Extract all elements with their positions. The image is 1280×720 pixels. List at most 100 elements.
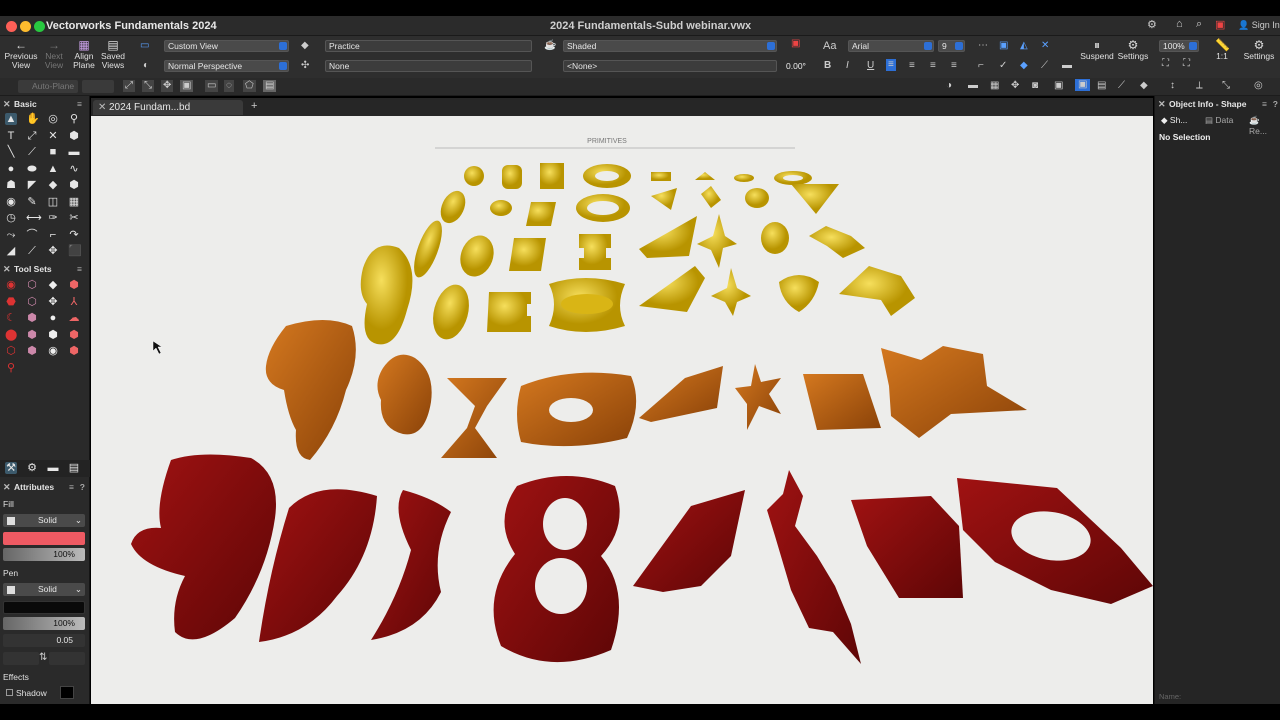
furnishing-set-icon[interactable]: ◆ xyxy=(47,279,59,291)
rounded-rect-tool-icon[interactable]: ▬ xyxy=(68,146,80,158)
palette-switch-icon-1[interactable]: ⚒ xyxy=(5,462,17,474)
fill-color-swatch[interactable] xyxy=(3,532,85,545)
3d-locus-tool-icon[interactable]: ⬢ xyxy=(68,130,80,142)
snap-grid-icon[interactable]: ⋯ xyxy=(978,40,988,52)
chamfer-tool-icon[interactable]: ⌐ xyxy=(47,229,59,241)
class-dropdown[interactable]: Practice xyxy=(325,40,532,52)
display-icon-2[interactable]: ▦ xyxy=(990,80,999,92)
help-icon[interactable]: ? xyxy=(80,481,85,494)
help-icon[interactable]: ? xyxy=(1273,98,1278,111)
font-size-dropdown[interactable]: 9 xyxy=(938,40,965,52)
landscape-set-icon[interactable]: ⬡ xyxy=(26,296,38,308)
palette-switch-icon-3[interactable]: ▬ xyxy=(47,462,59,474)
wall-tool-icon[interactable]: ⟋ xyxy=(26,146,38,158)
smart-points-icon[interactable]: ◆ xyxy=(1020,60,1028,72)
document-tab[interactable]: ✕ 2024 Fundam...bd webinar.vwx xyxy=(93,100,243,128)
render-contrast-icon[interactable]: ◑ xyxy=(946,80,952,92)
zoom-dropdown[interactable]: 100% xyxy=(1159,40,1199,52)
line-tool-icon[interactable]: ╲ xyxy=(5,146,17,158)
display-icon-12[interactable]: ◎ xyxy=(1254,80,1263,92)
menu-icon[interactable]: ≡ xyxy=(77,263,82,276)
gear-icon[interactable]: ⚙ xyxy=(1147,18,1157,31)
dims-notes-set-icon[interactable]: ◉ xyxy=(5,279,17,291)
snap-tangent-icon[interactable]: ✓ xyxy=(999,60,1007,72)
freehand-tool-icon[interactable]: ∿ xyxy=(68,163,80,175)
line-end-select[interactable] xyxy=(49,652,85,665)
close-icon[interactable]: ✕ xyxy=(3,263,11,276)
shadow-checkbox[interactable] xyxy=(6,689,13,696)
align-left-button[interactable]: ≡ xyxy=(886,59,896,71)
tab-render[interactable]: ☕ Re... xyxy=(1249,115,1279,136)
snap-angle-icon[interactable]: ◭ xyxy=(1020,40,1028,52)
move-tool-icon[interactable]: ✥ xyxy=(47,245,59,257)
display-icon-8[interactable]: ◆ xyxy=(1140,80,1148,92)
pen-weight-field[interactable]: 0.05 xyxy=(3,634,85,647)
justify-button[interactable]: ≡ xyxy=(951,60,957,72)
mirror-tool-icon[interactable]: ⟷ xyxy=(26,212,42,224)
align-plane-button[interactable]: ▦ Align Plane xyxy=(70,39,98,70)
dimension-tool-icon[interactable]: ◢ xyxy=(5,245,17,257)
rotate-tool-icon[interactable]: ◷ xyxy=(5,212,17,224)
pen-color-swatch[interactable] xyxy=(3,601,85,614)
align-right-button[interactable]: ≡ xyxy=(930,60,936,72)
mode-icon-2[interactable]: ⤡ xyxy=(142,80,154,92)
drawing-canvas[interactable]: PRIMITIVES xyxy=(91,116,1153,704)
tab-shape[interactable]: ◆ Sh... xyxy=(1161,115,1187,126)
bold-button[interactable]: B xyxy=(824,60,831,72)
menu-icon[interactable]: ≡ xyxy=(77,98,82,111)
menu-icon[interactable]: ≡ xyxy=(69,481,74,494)
circle-tool-icon[interactable]: ● xyxy=(5,163,17,175)
attribute-mapping-tool-icon[interactable]: ◫ xyxy=(47,196,59,208)
space-planning-set-icon[interactable]: ● xyxy=(47,312,59,324)
mode-icon-1[interactable]: ⤢ xyxy=(123,80,135,92)
flyover-tool-icon[interactable]: ◎ xyxy=(47,113,59,125)
trim-tool-icon[interactable]: ✂ xyxy=(68,212,80,224)
home-icon[interactable]: ⌂ xyxy=(1176,18,1183,30)
structure-set-icon[interactable]: ⬢ xyxy=(47,329,59,341)
3d-modeling-set-icon[interactable]: ⬢ xyxy=(26,312,38,324)
display-icon-1[interactable]: ▬ xyxy=(968,80,978,92)
previous-view-button[interactable]: ← Previous View xyxy=(4,39,38,70)
text-tool-icon[interactable]: T xyxy=(5,130,17,142)
snap-object-icon[interactable]: ▣ xyxy=(999,40,1008,52)
display-icon-11[interactable]: ⤡ xyxy=(1222,80,1230,92)
close-icon[interactable]: ✕ xyxy=(1158,98,1166,111)
oval-tool-icon[interactable]: ⬬ xyxy=(26,163,38,175)
layer-dropdown[interactable]: None xyxy=(325,60,532,72)
mode-icon-3[interactable]: ✥ xyxy=(161,80,174,92)
visualization-set-icon[interactable]: ☾ xyxy=(5,312,17,324)
offset-tool-icon[interactable]: ↷ xyxy=(68,229,80,241)
snap-intersection-icon[interactable]: ✕ xyxy=(1041,40,1049,52)
auto-plane-button[interactable]: Auto-Plane xyxy=(18,80,78,93)
eyedropper-tool-icon[interactable]: ✎ xyxy=(26,196,38,208)
maximize-window-button[interactable] xyxy=(34,21,45,32)
close-window-button[interactable] xyxy=(6,21,17,32)
next-view-button[interactable]: → Next View xyxy=(40,39,68,70)
lasso-icon[interactable]: ◌ xyxy=(224,80,234,92)
mep-set-icon[interactable]: ⬤ xyxy=(5,329,17,341)
snap-distance-icon[interactable]: ⌐ xyxy=(978,60,984,72)
search-icon[interactable]: ⌕ xyxy=(1196,18,1202,31)
underline-button[interactable]: U xyxy=(867,60,874,72)
clip-tool-icon[interactable]: ▦ xyxy=(68,196,80,208)
stair-set-icon[interactable]: ⬢ xyxy=(68,345,80,357)
rendering-set-icon[interactable]: ⬢ xyxy=(26,329,38,341)
doors-set-icon[interactable]: ⬢ xyxy=(26,345,38,357)
pen-style-select[interactable]: Solid ⌄ xyxy=(3,583,85,596)
selection-tool-icon[interactable]: ▲ xyxy=(5,113,17,125)
add-tab-button[interactable]: + xyxy=(251,100,257,112)
close-icon[interactable]: ✕ xyxy=(3,481,11,494)
polyline-tool-icon[interactable]: ◆ xyxy=(47,179,59,191)
building-shell-set-icon[interactable]: ⬡ xyxy=(26,279,38,291)
fit-to-objects-icon[interactable]: ⛶ xyxy=(1183,58,1190,70)
arc-tool-icon[interactable]: ☗ xyxy=(5,179,17,191)
align-center-button[interactable]: ≡ xyxy=(909,60,915,72)
walls-set-icon[interactable]: ⬡ xyxy=(5,345,17,357)
detailing-set-icon[interactable]: ⬣ xyxy=(5,296,17,308)
plane-mode-button[interactable] xyxy=(82,80,114,93)
display-icon-4[interactable]: ▣ xyxy=(1054,80,1063,92)
line-start-select[interactable] xyxy=(3,652,39,665)
display-icon-5[interactable]: ▣ xyxy=(1075,79,1091,91)
zoom-tool-icon[interactable]: ⚲ xyxy=(68,113,80,125)
display-icon-10[interactable]: ⟂ xyxy=(1196,80,1203,92)
